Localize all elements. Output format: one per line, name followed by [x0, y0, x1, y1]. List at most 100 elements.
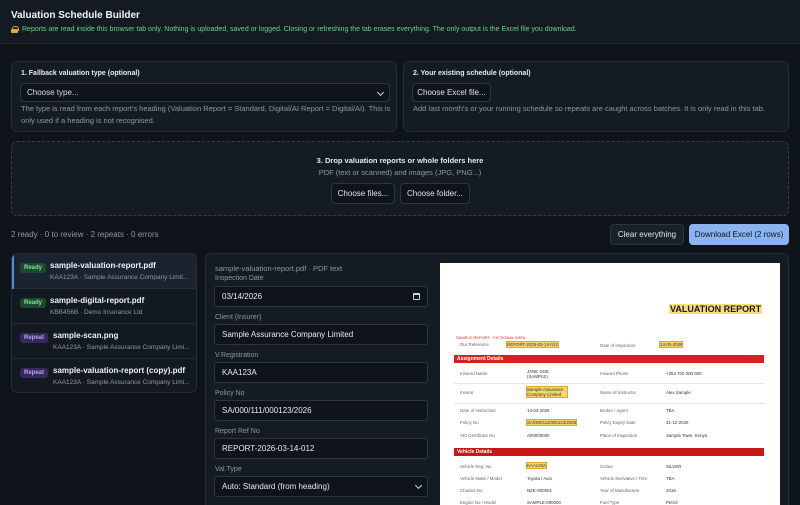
detail-panel: sample-valuation-report.pdf · PDF text I… [205, 253, 789, 505]
download-excel-button[interactable]: Download Excel (2 rows) [689, 224, 789, 245]
doc-label: Fuel Type [600, 500, 620, 505]
registration-label: V.Registration [215, 352, 259, 359]
registration-value: KAA123A [222, 368, 257, 377]
doc-value: 2016 [666, 488, 676, 493]
report-ref-input[interactable]: REPORT-2026-03-14-012 [214, 438, 428, 459]
repeat-badge: Repeat [20, 333, 49, 343]
doc-title: VALUATION REPORT [669, 304, 763, 314]
doc-value: 31-12-2026 [666, 420, 689, 425]
doc-value: 14-03-2026 [658, 341, 684, 348]
doc-rule [454, 383, 764, 384]
doc-value: TBA [666, 476, 675, 481]
lock-icon [11, 26, 19, 33]
valtype-label: Val.Type [215, 466, 242, 473]
doc-value: TBA [666, 408, 675, 413]
file-meta: KAA123A · Sample Assurance Company Limit… [50, 274, 189, 281]
document-preview: VALUATION REPORT SAMPLE REPORT - FICTION… [440, 263, 780, 505]
doc-value: Alex Sample [666, 390, 691, 395]
doc-label: Colour [600, 464, 613, 469]
doc-label: Vehicle Derivative / Trim [600, 476, 648, 481]
doc-label: Policy No [460, 420, 479, 425]
doc-value: KAA123A [525, 462, 548, 469]
app-title: Valuation Schedule Builder [11, 10, 140, 21]
doc-value: SAMPLE-000000 [527, 500, 561, 505]
doc-value: A00000000 [527, 433, 550, 438]
choose-excel-button[interactable]: Choose Excel file... [412, 83, 491, 102]
repeat-badge: Repeat [20, 368, 49, 378]
doc-label: Our Reference [460, 342, 489, 347]
doc-label: Insurer [460, 390, 474, 395]
doc-label: Date of Instruction [460, 408, 496, 413]
doc-value: Sample Assurance Company Limited [526, 386, 568, 398]
doc-label: Insured Name [460, 371, 488, 376]
client-input[interactable]: Sample Assurance Company Limited [214, 324, 428, 345]
existing-schedule-help: Add last month's or your running schedul… [413, 104, 766, 113]
fallback-type-panel: 1. Fallback valuation type (optional) Ch… [11, 61, 397, 132]
doc-value: Toyota / Axio [527, 476, 552, 481]
ready-badge: Ready [20, 263, 47, 273]
vehicle-heading: Vehicle Details [454, 448, 764, 456]
file-item[interactable]: Repeat sample-scan.png KAA123A · Sample … [12, 324, 196, 359]
doc-label: Engine No / Model [460, 500, 497, 505]
client-value: Sample Assurance Company Limited [222, 330, 354, 339]
chevron-down-icon [414, 481, 423, 490]
inspection-date-label: Inspection Date [215, 275, 264, 282]
doc-value: Petrol [666, 500, 678, 505]
valtype-value: Auto: Standard (from heading) [222, 482, 330, 491]
doc-label: Name of Instructor [600, 390, 637, 395]
fallback-type-help: The type is read from each report's head… [21, 104, 391, 125]
file-name: sample-digital-report.pdf [50, 296, 145, 305]
existing-schedule-panel: 2. Your existing schedule (optional) Cho… [403, 61, 789, 132]
doc-label: Date of Inspection [600, 343, 636, 348]
file-item[interactable]: Repeat sample-valuation-report (copy).pd… [12, 359, 196, 392]
doc-label: Policy Expiry Date [600, 420, 636, 425]
file-item[interactable]: Ready sample-valuation-report.pdf KAA123… [12, 254, 196, 289]
existing-schedule-title: 2. Your existing schedule (optional) [413, 70, 531, 77]
doc-label: Broker / Agent [600, 408, 628, 413]
choose-files-button[interactable]: Choose files... [331, 183, 395, 204]
doc-value: SA/000/111/000123/2026 [525, 419, 578, 426]
dropzone-title: 3. Drop valuation reports or whole folde… [316, 156, 484, 165]
fallback-type-select[interactable]: Choose type... [20, 83, 390, 102]
valtype-select[interactable]: Auto: Standard (from heading) [214, 476, 428, 497]
doc-label: Place of Inspection [600, 433, 638, 438]
file-name: sample-valuation-report.pdf [50, 261, 156, 270]
file-name: sample-scan.png [53, 331, 119, 340]
doc-label: Insured Phone [600, 371, 629, 376]
file-meta: KBB456B · Demo Insurance Ltd [50, 309, 143, 316]
privacy-notice: Reports are read inside this browser tab… [11, 26, 577, 33]
app-header: Valuation Schedule Builder Reports are r… [0, 0, 800, 44]
detail-file-title: sample-valuation-report.pdf · PDF text [215, 264, 343, 273]
clear-everything-button[interactable]: Clear everything [610, 224, 684, 245]
assignment-heading: Assignment Details [454, 355, 764, 363]
choose-folder-button[interactable]: Choose folder... [400, 183, 470, 204]
file-meta: KAA123A · Sample Assurance Company Limi.… [53, 344, 190, 351]
dropzone[interactable]: 3. Drop valuation reports or whole folde… [11, 141, 789, 216]
status-summary: 2 ready · 0 to review · 2 repeats · 0 er… [11, 230, 159, 239]
registration-input[interactable]: KAA123A [214, 362, 428, 383]
doc-label: Chassis No [460, 488, 483, 493]
dropzone-subtitle: PDF (text or scanned) and images (JPG, P… [318, 168, 482, 177]
doc-value: SILVER [666, 464, 682, 469]
file-name: sample-valuation-report (copy).pdf [53, 366, 186, 375]
calendar-icon[interactable] [413, 293, 420, 300]
policy-label: Policy No [215, 390, 245, 397]
fallback-type-title: 1. Fallback valuation type (optional) [21, 70, 140, 77]
report-ref-value: REPORT-2026-03-14-012 [222, 444, 315, 453]
doc-value: JANE DOE (SAMPLE) [527, 369, 549, 379]
doc-sample-note: SAMPLE REPORT - FICTIONAL DATA [456, 335, 526, 340]
policy-input[interactable]: SA/000/111/000123/2026 [214, 400, 428, 421]
fallback-type-value: Choose type... [27, 88, 79, 97]
report-ref-label: Report Ref No [215, 428, 260, 435]
doc-value: +254 700 000 000 [666, 371, 702, 376]
doc-label: Vehicle Make / Model [460, 476, 502, 481]
chevron-down-icon [376, 88, 385, 97]
ready-badge: Ready [20, 298, 47, 308]
file-meta: KAA123A · Sample Assurance Company Limi.… [53, 379, 190, 386]
file-item[interactable]: Ready sample-digital-report.pdf KBB456B … [12, 289, 196, 324]
doc-label: AKI Certificate No [460, 433, 495, 438]
inspection-date-value: 03/14/2026 [222, 292, 263, 301]
doc-value: Sample Town, Kenya [666, 433, 708, 438]
doc-rule [454, 403, 764, 404]
inspection-date-input[interactable]: 03/14/2026 [214, 286, 428, 307]
